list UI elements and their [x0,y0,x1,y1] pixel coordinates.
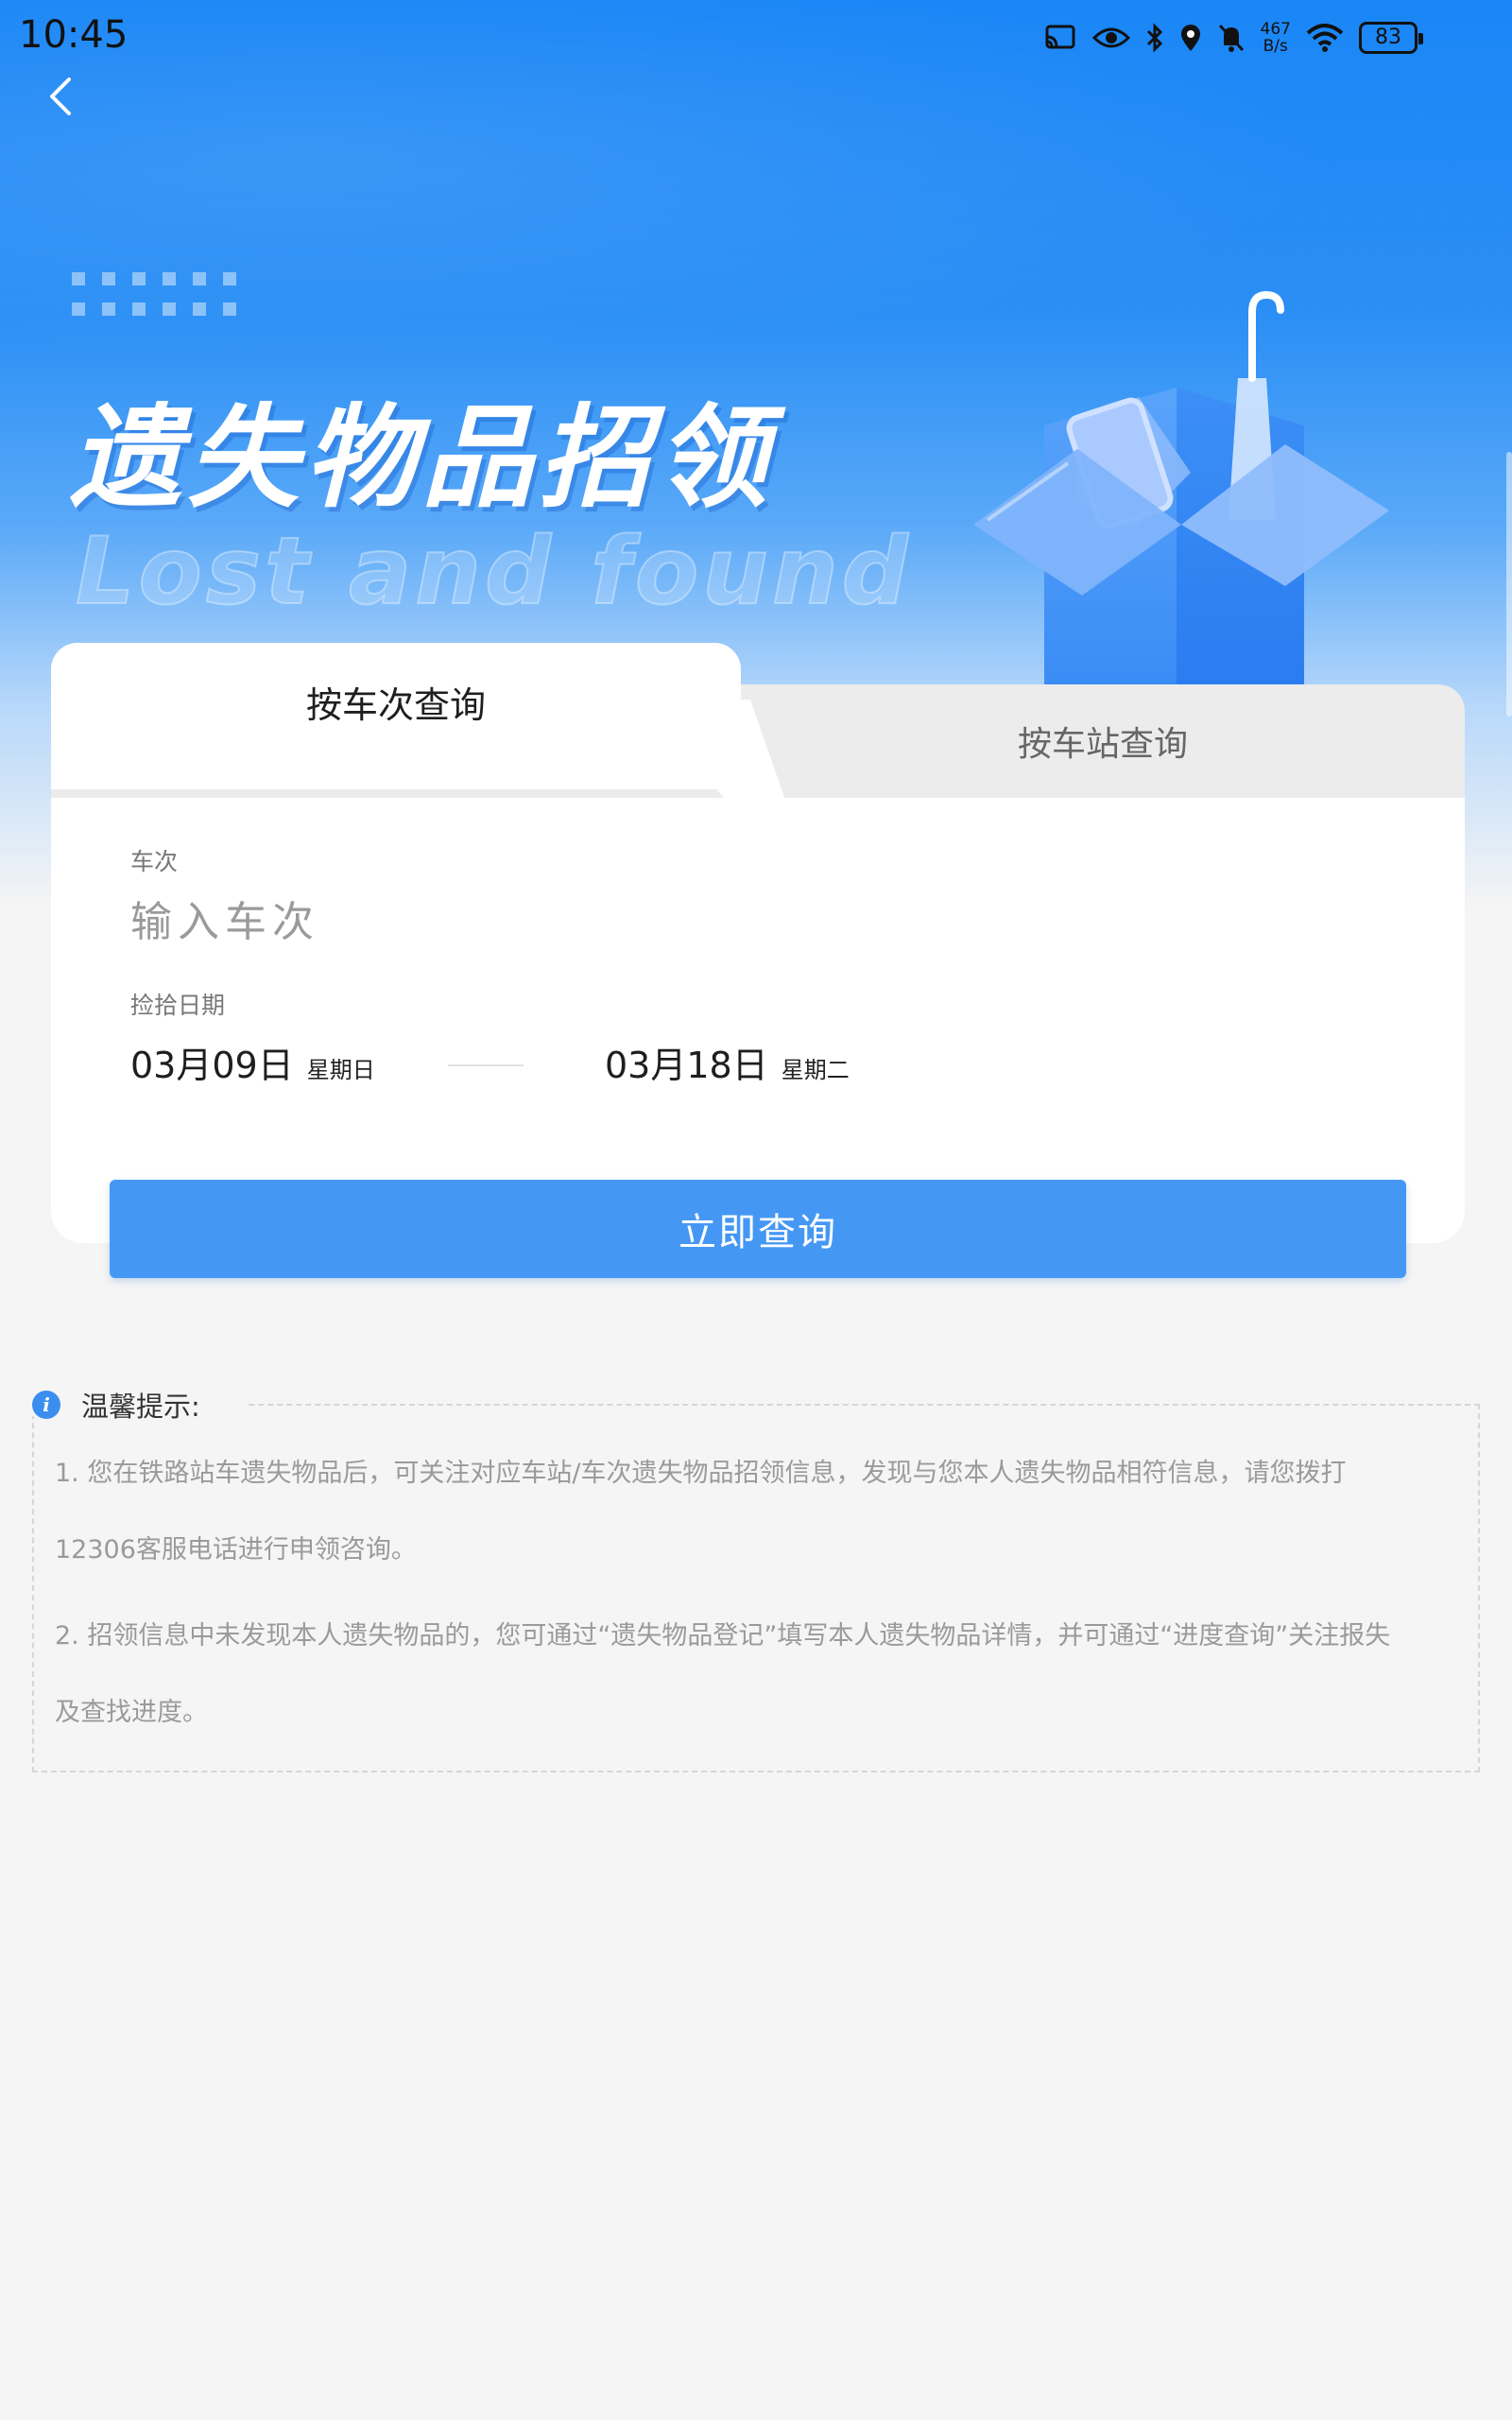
network-speed: 467 B/s [1261,21,1291,55]
start-weekday: 星期日 [306,1057,375,1083]
start-date-picker[interactable]: 03月09日 星期日 [130,1036,375,1088]
location-icon [1180,25,1200,51]
battery-indicator: 83 [1359,22,1423,54]
tip-line: 12306客服电话进行申领咨询。 [55,1535,417,1564]
start-date-value: 03月09日 [130,1045,294,1086]
banner-title: 遗失物品招领 [70,392,774,523]
end-date-value: 03月18日 [605,1045,768,1086]
status-time: 10:45 [19,13,129,57]
query-button[interactable]: 立即查询 [110,1180,1406,1278]
scrollbar[interactable] [1506,452,1512,717]
wifi-icon [1306,24,1344,52]
tips-header: i 温馨提示: [32,1386,200,1424]
status-icons: 467 B/s 83 [1043,17,1423,59]
network-speed-unit: B/s [1263,37,1288,56]
tip-line: 1. 您在铁路站车遗失物品后，可关注对应车站/车次遗失物品招领信息，发现与您本人… [55,1459,1347,1488]
tip-line: 2. 招领信息中未发现本人遗失物品的，您可通过“遗失物品登记”填写本人遗失物品详… [55,1621,1391,1651]
search-card: 按车站查询 按车次查询 车次 捡拾日期 03月09日 星期日 03月18日 星期… [51,643,1465,1278]
form-body [51,794,1465,1243]
train-number-input[interactable] [130,889,981,955]
back-button[interactable] [38,68,83,125]
network-speed-value: 467 [1260,20,1291,39]
lost-box-illustration [973,290,1389,690]
info-icon: i [32,1391,60,1419]
status-bar: 10:45 467 B/s 83 [0,0,1512,76]
banner-subtitle: Lost and found [75,517,912,627]
train-number-label: 车次 [130,848,179,875]
end-date-picker[interactable]: 03月18日 星期二 [605,1036,850,1088]
tab-train-query[interactable]: 按车次查询 [51,643,741,789]
eye-icon [1091,27,1130,48]
end-weekday: 星期二 [781,1057,850,1083]
cast-icon [1045,25,1075,49]
bluetooth-icon [1146,23,1162,53]
decorative-dots [72,272,251,357]
tip-line: 及查找进度。 [55,1698,208,1727]
mute-icon [1218,24,1244,52]
date-range-separator [448,1064,524,1066]
pickup-date-label: 捡拾日期 [130,992,226,1019]
tips-title: 温馨提示: [81,1391,200,1423]
chevron-left-icon [50,78,71,115]
